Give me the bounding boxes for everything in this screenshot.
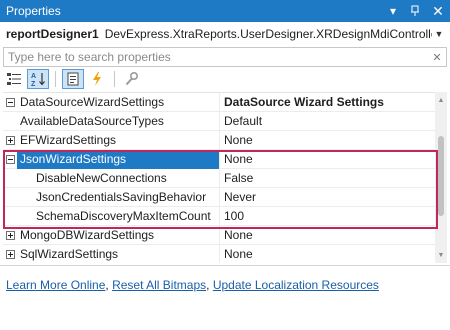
svg-text:Z: Z xyxy=(31,81,36,87)
scroll-down-icon[interactable]: ▼ xyxy=(435,249,447,261)
expand-icon[interactable] xyxy=(3,131,17,150)
categorized-icon[interactable] xyxy=(3,69,25,89)
property-pages-icon[interactable] xyxy=(121,69,143,89)
property-value[interactable]: None xyxy=(219,149,435,169)
properties-window: Properties ▾ ✕ reportDesigner1 DevExpres… xyxy=(0,0,450,330)
property-value[interactable]: Default xyxy=(219,111,435,131)
row-spacer xyxy=(3,188,17,207)
property-name: DisableNewConnections xyxy=(36,170,167,185)
property-value[interactable]: Never xyxy=(219,187,435,207)
update-localization-resources-link[interactable]: Update Localization Resources xyxy=(213,278,379,292)
svg-text:A: A xyxy=(31,73,36,80)
row-spacer xyxy=(3,169,17,188)
properties-icon[interactable] xyxy=(62,69,84,89)
property-value[interactable]: 100 xyxy=(219,206,435,226)
object-selector[interactable]: reportDesigner1 DevExpress.XtraReports.U… xyxy=(0,23,450,45)
search-input[interactable] xyxy=(8,50,428,64)
property-row[interactable]: MongoDBWizardSettings None xyxy=(3,225,435,245)
reset-all-bitmaps-link[interactable]: Reset All Bitmaps xyxy=(112,278,206,292)
alphabetical-icon[interactable]: A Z xyxy=(27,69,49,89)
property-value[interactable]: None xyxy=(219,244,435,263)
window-title: Properties xyxy=(6,4,61,18)
scrollbar-thumb[interactable] xyxy=(438,136,444,216)
property-name: JsonWizardSettings xyxy=(17,149,219,169)
row-spacer xyxy=(3,207,17,226)
expand-icon[interactable] xyxy=(3,245,17,264)
expand-icon[interactable] xyxy=(3,226,17,245)
clear-search-icon[interactable]: ✕ xyxy=(428,51,446,64)
pin-icon[interactable] xyxy=(404,0,426,22)
events-icon[interactable] xyxy=(86,69,108,89)
property-value[interactable]: None xyxy=(219,225,435,245)
property-name: SchemaDiscoveryMaxItemCount xyxy=(36,208,211,223)
command-links: Learn More Online, Reset All Bitmaps, Up… xyxy=(6,278,446,292)
property-row[interactable]: SchemaDiscoveryMaxItemCount 100 xyxy=(3,206,435,226)
divider xyxy=(0,265,450,266)
property-row-selected[interactable]: JsonWizardSettings None xyxy=(3,149,435,169)
property-name: DataSourceWizardSettings xyxy=(20,94,165,109)
window-menu-chevron-down-icon[interactable]: ▾ xyxy=(382,0,404,22)
link-separator: , xyxy=(206,278,210,292)
property-row[interactable]: SqlWizardSettings None xyxy=(3,244,435,264)
property-name: JsonCredentialsSavingBehavior xyxy=(36,189,207,204)
property-name: MongoDBWizardSettings xyxy=(20,227,155,242)
property-name: AvailableDataSourceTypes xyxy=(20,113,164,128)
collapse-icon[interactable] xyxy=(3,150,17,169)
property-grid: DataSourceWizardSettings DataSource Wiza… xyxy=(3,92,435,263)
property-row[interactable]: DisableNewConnections False xyxy=(3,168,435,188)
property-name: SqlWizardSettings xyxy=(20,246,119,261)
collapse-icon[interactable] xyxy=(3,93,17,112)
title-bar: Properties ▾ ✕ xyxy=(0,0,450,22)
toolbar-separator xyxy=(114,71,115,87)
property-row[interactable]: EFWizardSettings None xyxy=(3,130,435,150)
property-row[interactable]: DataSourceWizardSettings DataSource Wiza… xyxy=(3,93,435,112)
vertical-scrollbar[interactable]: ▲ ▼ xyxy=(435,92,447,263)
toolbar-separator xyxy=(55,71,56,87)
property-value[interactable]: DataSource Wizard Settings xyxy=(219,93,435,112)
property-value[interactable]: False xyxy=(219,168,435,188)
object-name: reportDesigner1 xyxy=(6,27,99,41)
object-type: DevExpress.XtraReports.UserDesigner.XRDe… xyxy=(104,27,432,41)
row-spacer xyxy=(3,112,17,131)
scroll-up-icon[interactable]: ▲ xyxy=(435,94,447,106)
property-row[interactable]: AvailableDataSourceTypes Default xyxy=(3,111,435,131)
search-box[interactable]: ✕ xyxy=(3,47,447,67)
property-row[interactable]: JsonCredentialsSavingBehavior Never xyxy=(3,187,435,207)
toolbar: A Z xyxy=(3,68,447,90)
property-name: EFWizardSettings xyxy=(20,132,117,147)
link-separator: , xyxy=(105,278,109,292)
property-value[interactable]: None xyxy=(219,130,435,150)
chevron-down-icon[interactable]: ▼ xyxy=(432,29,446,39)
learn-more-online-link[interactable]: Learn More Online xyxy=(6,278,105,292)
close-icon[interactable]: ✕ xyxy=(426,0,450,22)
